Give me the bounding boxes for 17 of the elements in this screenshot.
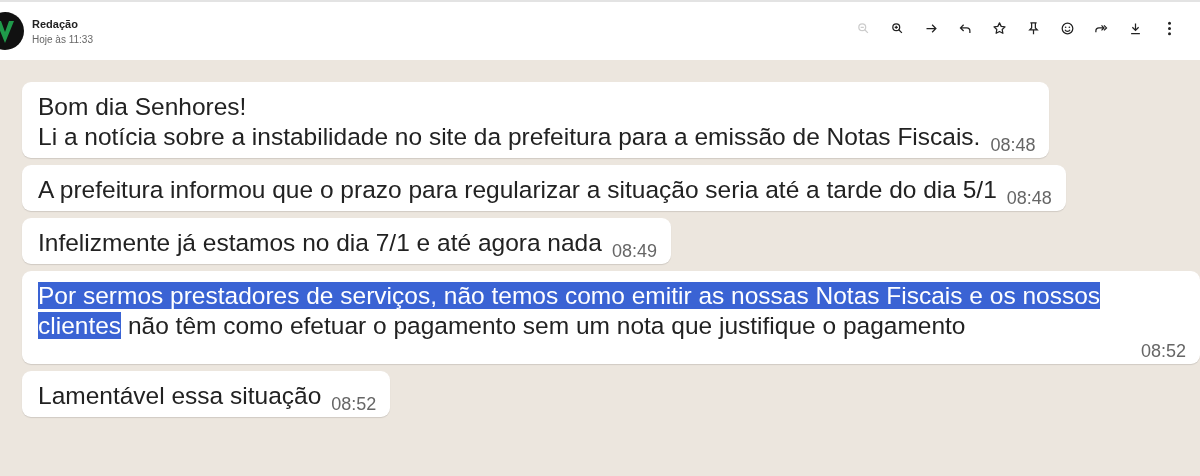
message-time: 08:52 xyxy=(331,394,377,415)
message-text: Por sermos prestadores de serviços, não temos como emitir as nossas Notas Fiscais e os nossos clientes não têm como efetuar o pagamento sem um nota que justifique o pagamento xyxy=(38,281,1102,341)
star-icon xyxy=(991,20,1007,36)
message-time: 08:48 xyxy=(1006,188,1052,209)
more-icon xyxy=(1166,20,1172,36)
zoom-out-icon xyxy=(855,20,871,36)
message-date: Hoje às 11:33 xyxy=(32,33,93,45)
message-time: 08:52 xyxy=(1140,341,1186,362)
message-text: A prefeitura informou que o prazo para regularizar a situação seria até a tarde do dia 5/1 xyxy=(38,175,997,205)
sender-name: Redação xyxy=(32,17,79,30)
message-time: 08:49 xyxy=(611,241,657,262)
zoom-in-icon xyxy=(889,20,905,36)
smiley-icon xyxy=(1059,20,1075,36)
message-text: Bom dia Senhores! Li a notícia sobre a instabilidade no site da prefeitura para a emissão de Notas Fiscais. xyxy=(38,92,981,152)
message-text: Lamentável essa situação xyxy=(38,381,322,411)
message-time: 08:48 xyxy=(990,135,1036,156)
message-text: Infelizmente já estamos no dia 7/1 e até agora nada xyxy=(38,228,602,258)
